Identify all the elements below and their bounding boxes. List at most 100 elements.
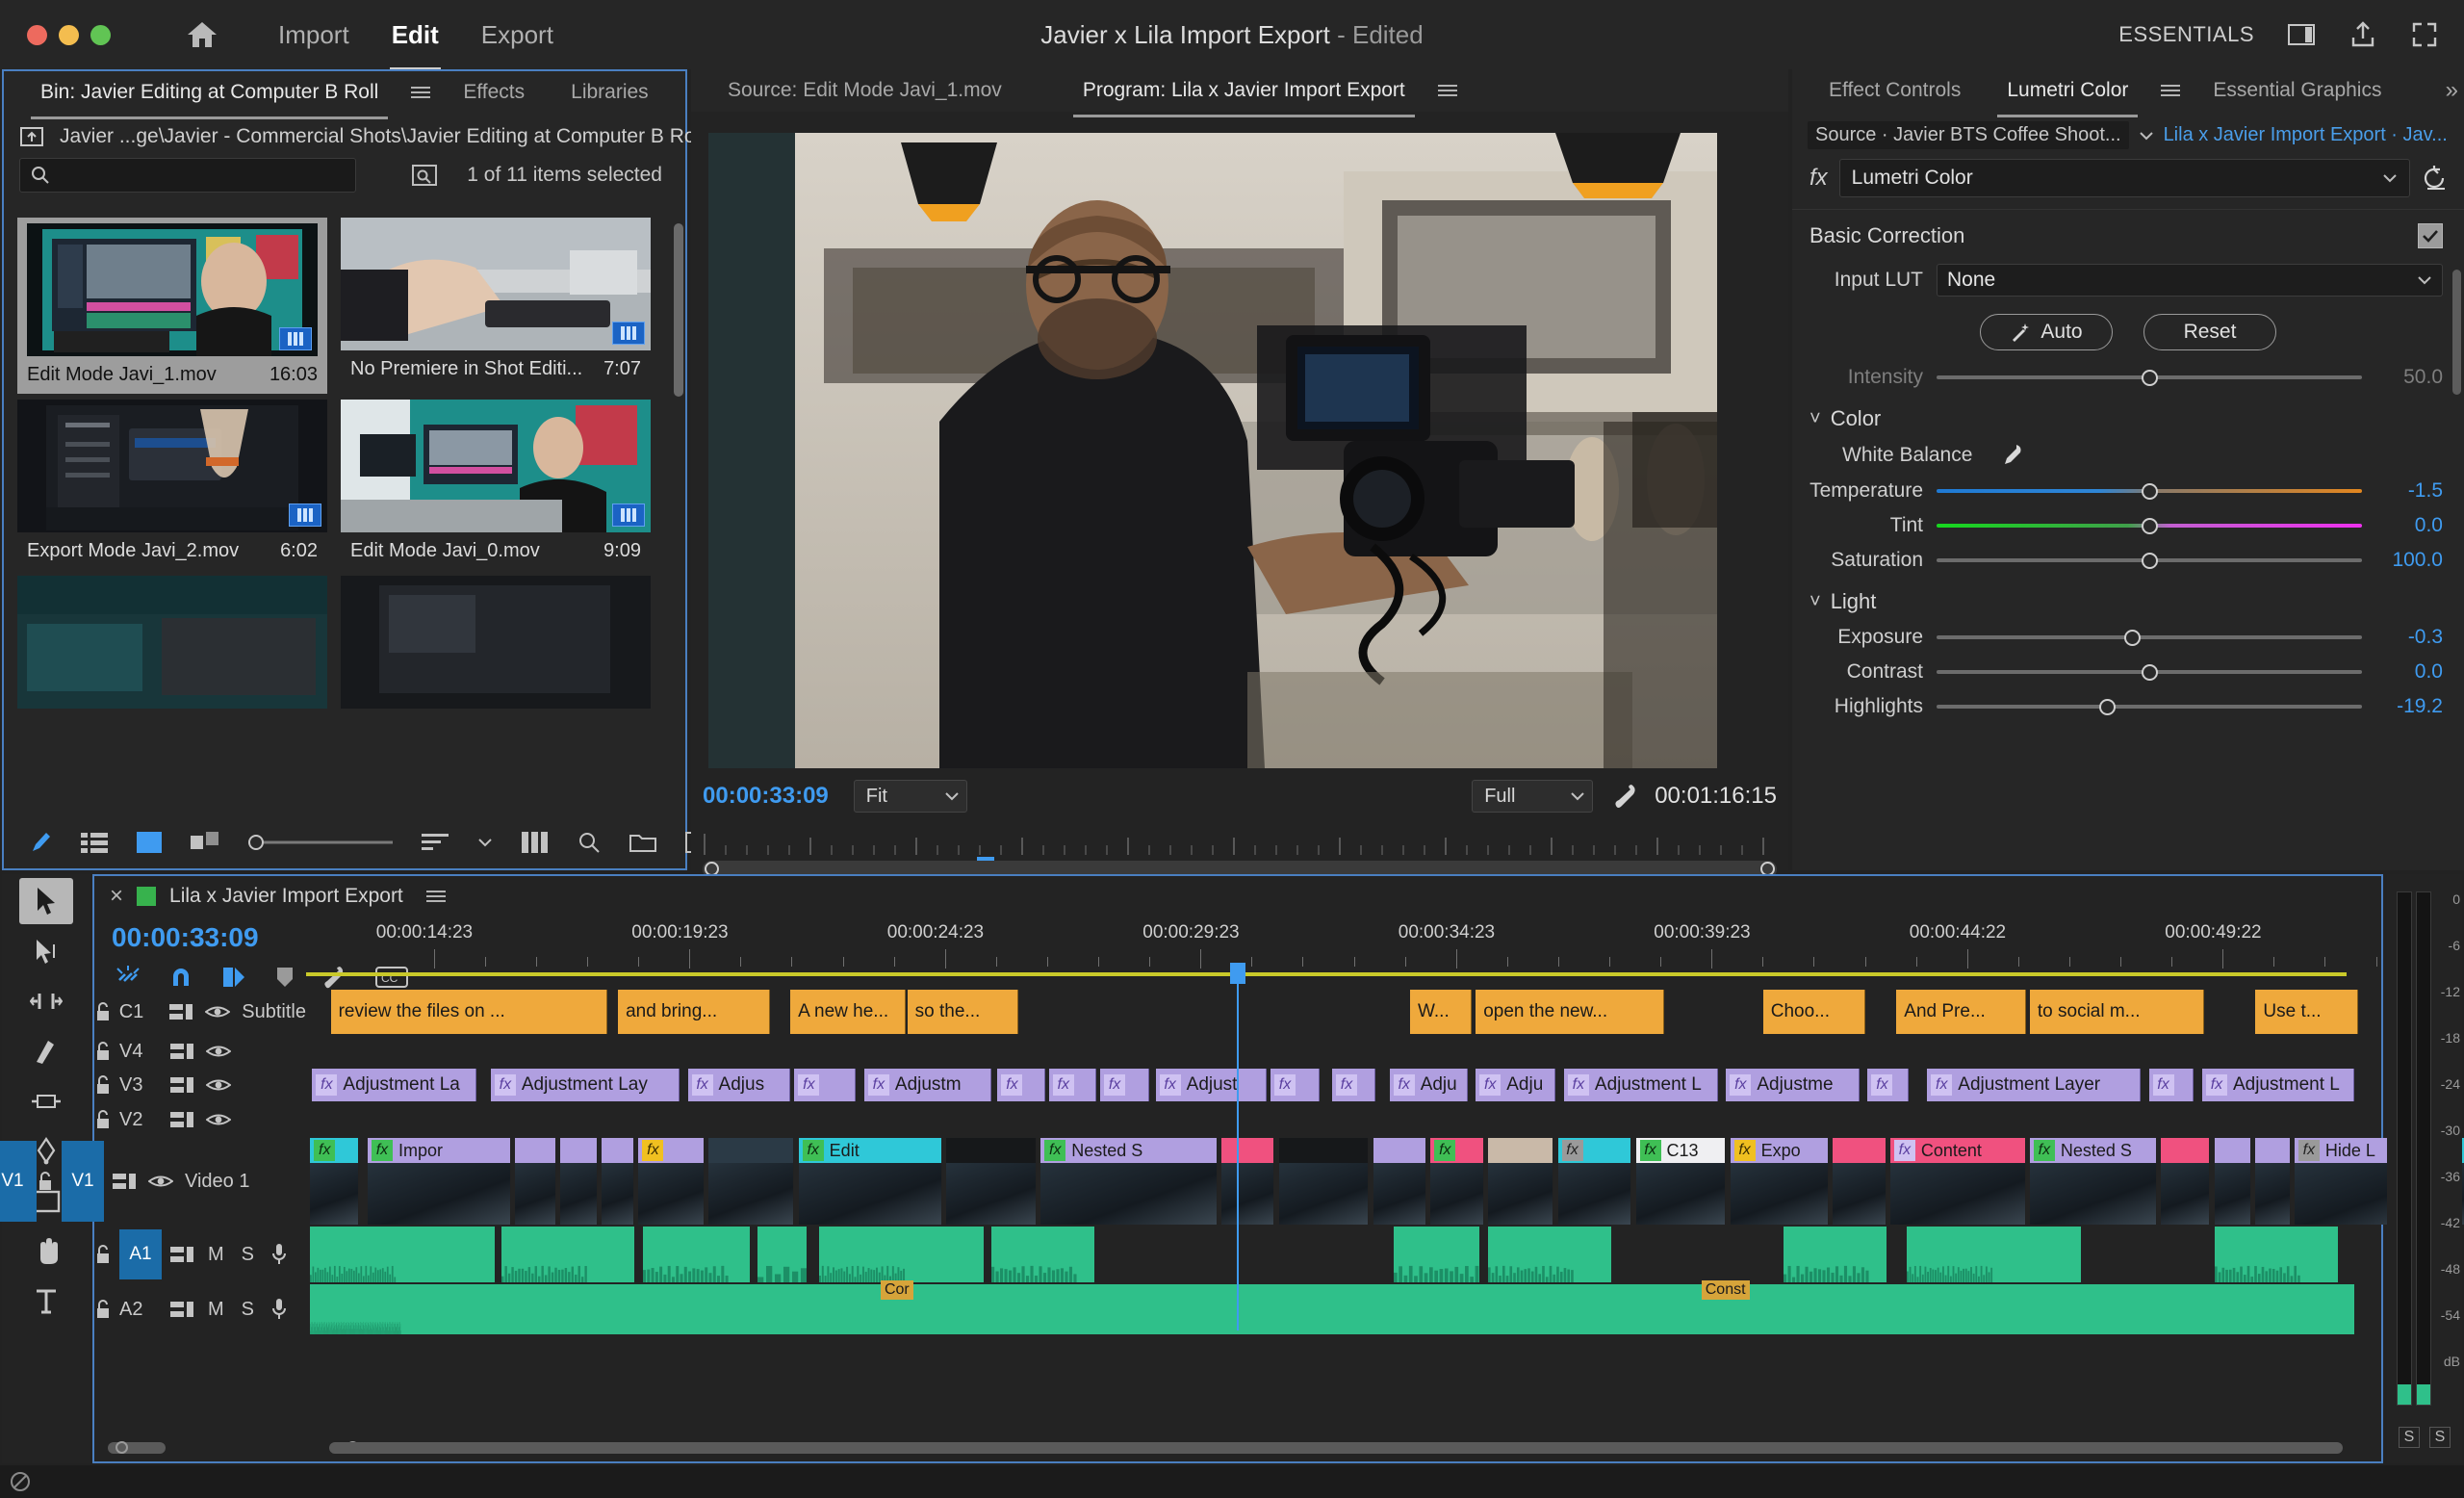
solo-right-button[interactable]: S (2429, 1427, 2451, 1448)
timeline-clip[interactable]: fx (1270, 1069, 1321, 1101)
bin-item[interactable] (17, 576, 327, 709)
share-export-icon[interactable] (2348, 21, 2377, 48)
timeline-clip[interactable] (707, 1138, 795, 1225)
timeline-clip[interactable] (602, 1138, 635, 1225)
track-header-v4[interactable]: V4 (94, 1036, 306, 1067)
sync-lock-icon[interactable] (169, 1042, 194, 1061)
reset-button[interactable]: Reset (2143, 314, 2276, 350)
audio-clip[interactable] (1393, 1227, 1480, 1282)
chevron-down-icon[interactable]: ˅ (1810, 408, 1821, 430)
timeline-clip[interactable]: fx (2148, 1069, 2194, 1101)
reset-effect-icon[interactable] (2422, 165, 2451, 192)
basic-correction-checkbox[interactable] (2418, 223, 2443, 248)
track-header-a1[interactable]: A1 M S (94, 1227, 306, 1282)
sync-lock-icon[interactable] (169, 1110, 194, 1129)
sort-icon[interactable] (422, 832, 449, 853)
track-lock-icon[interactable] (94, 1041, 119, 1062)
track-target-A1[interactable]: A1 (119, 1229, 162, 1279)
wrench-settings-icon[interactable] (1614, 783, 1639, 810)
audio-clip[interactable] (991, 1227, 1094, 1282)
track-lock-icon[interactable] (37, 1171, 62, 1192)
timeline-clip[interactable]: fx Impor (367, 1138, 512, 1225)
mute-button[interactable]: M (208, 1299, 224, 1321)
contrast-slider[interactable] (1937, 661, 2362, 683)
timeline-clip[interactable]: fx (1557, 1138, 1632, 1225)
auto-button[interactable]: Auto (1980, 314, 2113, 350)
timeline-clip[interactable]: fx Adjustment Layer (1927, 1069, 2141, 1101)
timeline-clip[interactable]: fx (310, 1138, 360, 1225)
resolution-dropdown[interactable]: Full (1472, 780, 1594, 813)
no-audio-device-icon[interactable] (10, 1471, 31, 1492)
sync-lock-icon[interactable] (168, 1002, 193, 1021)
saturation-value[interactable]: 100.0 (2362, 549, 2443, 572)
track-lock-icon[interactable] (94, 1109, 119, 1130)
timeline-clip[interactable]: fx (1100, 1069, 1150, 1101)
intensity-slider[interactable] (1937, 367, 2362, 388)
audio-clip[interactable] (500, 1227, 635, 1282)
sync-lock-icon[interactable] (169, 1075, 194, 1095)
tint-slider[interactable] (1937, 515, 2362, 536)
marker-icon[interactable] (275, 966, 295, 989)
list-view-icon[interactable] (81, 832, 108, 853)
timeline-clip[interactable]: fx (1867, 1069, 1910, 1101)
track-visibility-eye-icon[interactable] (206, 1043, 231, 1060)
lumetri-overflow-icon[interactable]: » (2423, 73, 2464, 108)
audio-clip[interactable] (757, 1227, 808, 1282)
audio-clip[interactable] (1488, 1227, 1611, 1282)
sync-lock-icon[interactable] (169, 1245, 194, 1264)
timeline-clip[interactable]: fx Adjustm (863, 1069, 992, 1101)
lumetri-scrollbar[interactable] (2452, 270, 2461, 395)
track-lock-icon[interactable] (94, 1001, 119, 1022)
source-patch-V1[interactable]: V1 (0, 1141, 37, 1222)
track-lane-v4[interactable] (306, 1036, 2358, 1067)
tint-value[interactable]: 0.0 (2362, 514, 2443, 537)
temperature-value[interactable]: -1.5 (2362, 479, 2443, 503)
timeline-current-time[interactable]: 00:00:33:09 (112, 922, 259, 953)
voice-icon[interactable] (271, 1243, 287, 1266)
timeline-clip[interactable]: Choo... (1762, 990, 1866, 1034)
bin-scrollbar[interactable] (674, 223, 683, 397)
timeline-clip[interactable]: fx Adjus (687, 1069, 791, 1101)
eyedropper-icon[interactable] (1999, 443, 2024, 468)
monitor-ruler[interactable] (703, 832, 1777, 885)
bin-item[interactable] (341, 576, 651, 709)
timeline-clip[interactable]: fx Adjustment Lay (490, 1069, 680, 1101)
timeline-clip[interactable]: fx Adju (1476, 1069, 1556, 1101)
maximize-window-button[interactable] (90, 24, 111, 45)
timeline-clip[interactable]: fx Nested S (2029, 1138, 2158, 1225)
timeline-clip[interactable]: fx (638, 1138, 705, 1225)
timeline-clip[interactable]: fx Adjustme (1726, 1069, 1860, 1101)
clip-marker[interactable]: Const (1701, 1280, 1750, 1300)
track-visibility-eye-icon[interactable] (206, 1111, 231, 1128)
slip-tool-icon[interactable] (19, 1078, 73, 1124)
clip-marker[interactable]: Cor (880, 1280, 913, 1300)
tab-program-monitor[interactable]: Program: Lila x Javier Import Export (1060, 75, 1428, 117)
timeline-menu-icon[interactable] (425, 891, 446, 902)
track-header-c1[interactable]: C1 Subtitle (94, 990, 306, 1034)
timeline-clip[interactable]: And Pre... (1896, 990, 2026, 1034)
lumetri-menu-icon[interactable] (2161, 85, 2181, 96)
layout-panel-icon[interactable] (2287, 21, 2316, 48)
track-lock-icon[interactable] (94, 1299, 119, 1320)
timeline-clip[interactable] (1373, 1138, 1427, 1225)
track-lock-icon[interactable] (94, 1074, 119, 1096)
snap-magnet-icon[interactable] (169, 965, 192, 990)
intensity-value[interactable]: 50.0 (2362, 366, 2443, 389)
find-icon[interactable] (578, 831, 601, 854)
timeline-clip[interactable]: fx Edit (798, 1138, 942, 1225)
color-section-header[interactable]: ˅ Color (1792, 395, 2464, 437)
contrast-value[interactable]: 0.0 (2362, 660, 2443, 684)
timeline-clip[interactable]: fx C13 (1635, 1138, 1727, 1225)
timeline-clip[interactable]: review the files on ... (330, 990, 608, 1034)
window-controls[interactable] (27, 24, 111, 45)
timeline-clip[interactable] (560, 1138, 598, 1225)
fullscreen-expand-icon[interactable] (2410, 21, 2439, 48)
tab-libraries[interactable]: Libraries (548, 77, 672, 108)
track-visibility-eye-icon[interactable] (205, 1003, 231, 1020)
timeline-horizontal-scrollbar[interactable] (108, 1441, 2343, 1454)
mode-tab-import[interactable]: Import (257, 13, 371, 58)
timeline-clip[interactable]: W... (1410, 990, 1472, 1034)
thumbnail-size-icon[interactable] (522, 832, 549, 853)
temperature-slider[interactable] (1937, 480, 2362, 502)
audio-clip[interactable] (1784, 1227, 1886, 1282)
